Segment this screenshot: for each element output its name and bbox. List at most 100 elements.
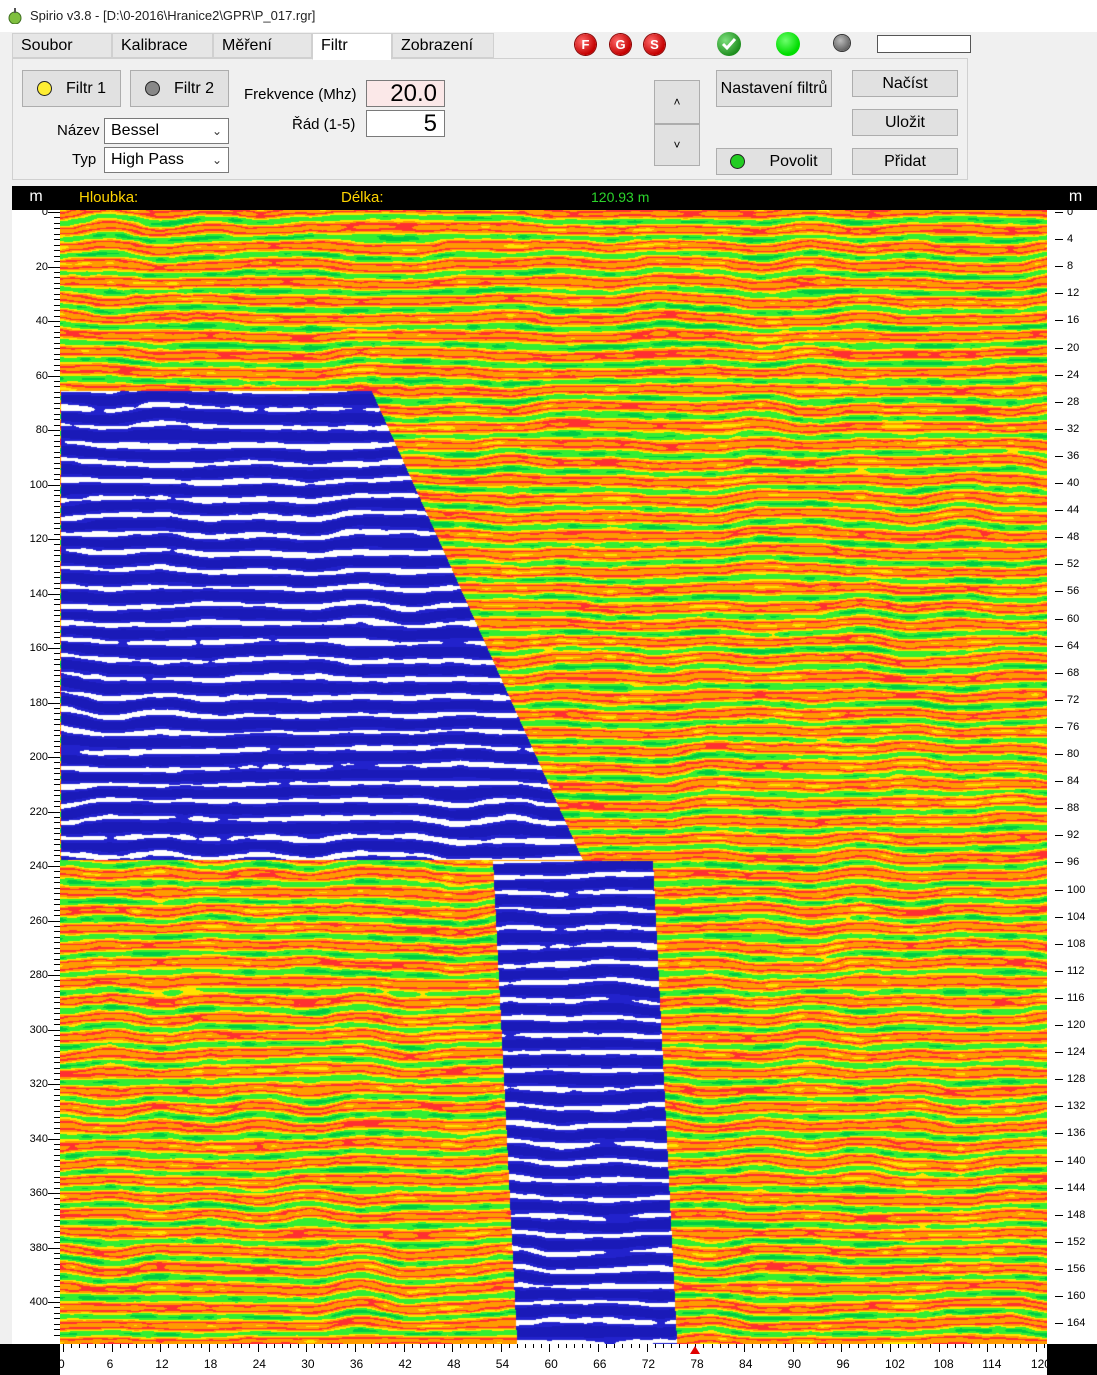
depth-tick-right [1055,1268,1063,1270]
depth-tick-right [1055,537,1063,539]
filter1-button[interactable]: Filtr 1 [22,70,121,107]
distance-minor-tick [898,1344,900,1348]
filter-settings-button[interactable]: Nastavení filtrů [716,70,832,107]
tab-mereni[interactable]: Měření [213,33,312,58]
distance-minor-tick [281,1344,283,1348]
depth-tick-label-right: 156 [1067,1262,1086,1275]
depth-tick-label-right: 60 [1067,612,1080,625]
depth-tick-label-right: 44 [1067,504,1080,517]
depth-tick-label-right: 24 [1067,368,1080,381]
depth-label: Hloubka: [79,189,139,206]
depth-tick-right [1055,1241,1063,1243]
filter2-label: Filtr 2 [174,80,214,97]
checkmark-icon[interactable] [717,32,741,56]
distance-minor-tick [606,1344,608,1348]
distance-minor-tick [508,1344,510,1348]
distance-minor-tick [638,1344,640,1348]
distance-minor-tick [938,1344,940,1348]
filter1-label: Filtr 1 [66,80,106,97]
radargram-header: Hloubka: Délka: 120.93 m [12,186,1097,210]
load-button[interactable]: Načíst [852,70,958,97]
depth-tick-label-right: 80 [1067,748,1080,760]
position-marker-icon[interactable] [690,1346,701,1354]
distance-minor-tick [233,1344,235,1348]
distance-minor-tick [468,1344,470,1348]
depth-tick-left [48,593,60,595]
depth-tick-label-right: 76 [1067,720,1080,733]
depth-tick-label-right: 84 [1067,775,1080,788]
depth-tick-label-left: 40 [35,315,48,327]
distance-minor-tick [144,1344,146,1348]
depth-tick-right [1055,320,1063,322]
distance-minor-tick [71,1344,73,1348]
enable-button[interactable]: Povolit [716,148,832,175]
gain-g-icon[interactable]: G [610,34,631,55]
distance-minor-tick [127,1344,129,1348]
add-button[interactable]: Přidat [852,148,958,175]
depth-tick-right [1055,862,1063,864]
tab-soubor[interactable]: Soubor [12,33,112,58]
frequency-label: Frekvence (Mhz) [244,86,357,103]
distance-minor-tick [922,1344,924,1348]
depth-tick-label-right: 20 [1067,341,1080,354]
distance-tick-label: 30 [301,1357,315,1371]
depth-tick-right [1055,293,1063,295]
distance-minor-tick [784,1344,786,1348]
distance-minor-tick [63,1344,64,1348]
window-title: Spirio v3.8 - [D:\0-2016\Hranice2\GPR\P_… [30,8,316,23]
depth-tick-label-right: 100 [1067,883,1086,896]
depth-tick-label-right: 4 [1067,233,1074,246]
depth-tick-right [1055,483,1063,484]
depth-tick-label-left: 200 [29,751,48,763]
distance-minor-tick [444,1344,446,1348]
unit-left: m [12,186,60,210]
radargram-canvas[interactable] [60,210,1047,1344]
distance-minor-tick [792,1344,794,1348]
stack-s-icon[interactable]: S [644,34,665,55]
order-input[interactable]: 5 [366,110,445,137]
distance-minor-tick [241,1344,243,1348]
name-select[interactable]: Bessel ⌄ [104,118,229,144]
distance-minor-tick [849,1344,851,1348]
distance-minor-tick [362,1344,364,1348]
depth-tick-label-left: 400 [29,1296,48,1308]
depth-tick-right [1055,428,1063,430]
depth-tick-right [1055,781,1063,783]
spin-up-button[interactable]: ˄ [654,80,700,124]
depth-tick-left [48,539,60,540]
distance-minor-tick [298,1344,300,1348]
filter-f-icon[interactable]: F [575,34,596,55]
depth-tick-label-right: 108 [1067,937,1086,950]
distance-tick-label: 24 [252,1357,266,1371]
enable-label: Povolit [769,153,818,170]
distance-tick-label: 120 [1030,1357,1051,1371]
tab-kalibrace[interactable]: Kalibrace [112,33,213,58]
type-select-value: High Pass [111,151,184,168]
distance-minor-tick [687,1344,689,1348]
spin-down-button[interactable]: ˅ [654,124,700,166]
distance-minor-tick [273,1344,275,1348]
distance-minor-tick [589,1344,591,1348]
distance-minor-tick [865,1344,867,1348]
filter2-led-icon [145,81,160,97]
save-button[interactable]: Uložit [852,109,958,136]
depth-tick-label-left: 380 [29,1241,48,1254]
depth-tick-right [1055,645,1063,647]
depth-tick-label-left: 340 [29,1132,48,1145]
distance-minor-tick [857,1344,859,1348]
filter1-led-icon [37,81,52,97]
depth-tick-right [1055,1323,1063,1325]
distance-minor-tick [119,1344,121,1348]
radargram-image[interactable] [60,210,1047,1344]
frequency-input[interactable]: 20.0 [366,80,445,107]
type-select[interactable]: High Pass ⌄ [104,147,229,173]
distance-minor-tick [630,1344,632,1348]
distance-minor-tick [646,1344,648,1348]
filter2-button[interactable]: Filtr 2 [130,70,229,107]
depth-tick-right [1055,1296,1063,1297]
type-label: Typ [72,151,97,168]
distance-minor-tick [517,1344,519,1348]
tab-zobrazeni[interactable]: Zobrazení [392,33,494,58]
distance-minor-tick [841,1344,843,1348]
tab-filtr[interactable]: Filtr [312,33,392,60]
